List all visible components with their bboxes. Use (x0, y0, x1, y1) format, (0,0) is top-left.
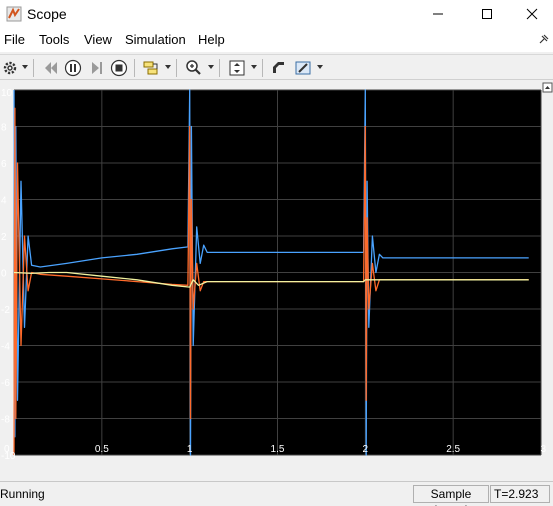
highlight-block-icon (273, 62, 284, 73)
step-forward-icon (92, 62, 102, 74)
menu-simulation[interactable]: Simulation (125, 33, 186, 47)
y-tick-label: 2 (1, 232, 7, 243)
menu-file[interactable]: File (4, 33, 25, 47)
sample-mode-indicator: Sample based (413, 485, 489, 506)
autoscale-button[interactable] (226, 58, 248, 78)
autoscale-icon (229, 60, 245, 76)
scope-display: 0 0.5 1 1.5 2 2.5 3 10 8 6 4 2 0 -2 -4 -6 -8 -10 (0, 81, 553, 481)
step-forward-button[interactable] (86, 58, 108, 78)
configuration-button[interactable] (1, 58, 19, 78)
close-button[interactable] (509, 0, 553, 28)
simulation-time: T=2.923 (490, 485, 550, 503)
status-bar: Running Sample based T=2.923 (0, 481, 553, 506)
configuration-dropdown-icon[interactable] (22, 65, 28, 69)
menu-tools[interactable]: Tools (39, 33, 69, 47)
y-tick-label: -4 (1, 342, 10, 353)
y-tick-label: -10 (1, 451, 16, 462)
pause-icon (64, 59, 82, 77)
stop-button[interactable] (108, 58, 130, 78)
x-tick-label: 0.5 (95, 444, 109, 455)
minimize-button[interactable] (415, 0, 461, 28)
edit-style-button[interactable] (292, 58, 314, 78)
signal-selector-button[interactable] (140, 58, 162, 78)
gear-icon (3, 61, 17, 75)
menu-help[interactable]: Help (198, 33, 225, 47)
zoom-button[interactable] (183, 58, 205, 78)
y-tick-label: -8 (1, 415, 10, 426)
step-back-button[interactable] (40, 58, 62, 78)
maximize-button[interactable] (464, 0, 510, 28)
y-tick-label: 8 (1, 123, 7, 134)
x-tick-label: 3 (540, 444, 546, 455)
stop-icon (110, 59, 128, 77)
y-tick-label: -2 (1, 305, 10, 316)
scope-plot[interactable]: 0 0.5 1 1.5 2 2.5 31086420-2-4-6-8-10 (0, 81, 553, 481)
zoom-dropdown-icon[interactable] (208, 65, 214, 69)
y-tick-label: 0 (1, 269, 7, 280)
edit-style-icon (295, 61, 311, 75)
y-tick-label: 4 (1, 196, 7, 207)
scope-app-icon (6, 6, 22, 22)
minimize-icon (433, 13, 443, 15)
pause-button[interactable] (62, 58, 84, 78)
signal-selector-icon (143, 61, 158, 75)
autoscale-dropdown-icon[interactable] (251, 65, 257, 69)
window-title: Scope (27, 6, 67, 22)
signal-selector-dropdown-icon[interactable] (165, 65, 171, 69)
x-tick-label: 2.5 (446, 444, 460, 455)
zoom-icon (186, 60, 201, 75)
step-back-icon (45, 62, 57, 74)
x-tick-label: 2 (363, 444, 369, 455)
pin-icon[interactable] (539, 34, 549, 44)
edit-style-dropdown-icon[interactable] (317, 65, 323, 69)
toolbar (0, 54, 553, 80)
menu-view[interactable]: View (84, 33, 112, 47)
simulation-status: Running (0, 487, 45, 501)
y-tick-label: 10 (1, 88, 13, 99)
highlight-block-button[interactable] (268, 58, 290, 78)
y-tick-label: -6 (1, 378, 10, 389)
maximize-icon (482, 9, 492, 19)
title-bar: Scope (0, 0, 553, 28)
y-tick-label: 6 (1, 159, 7, 170)
close-icon (526, 8, 538, 20)
menu-bar: File Tools View Simulation Help (0, 28, 553, 52)
x-tick-label: 1.5 (271, 444, 285, 455)
x-tick-label: 1 (187, 444, 193, 455)
